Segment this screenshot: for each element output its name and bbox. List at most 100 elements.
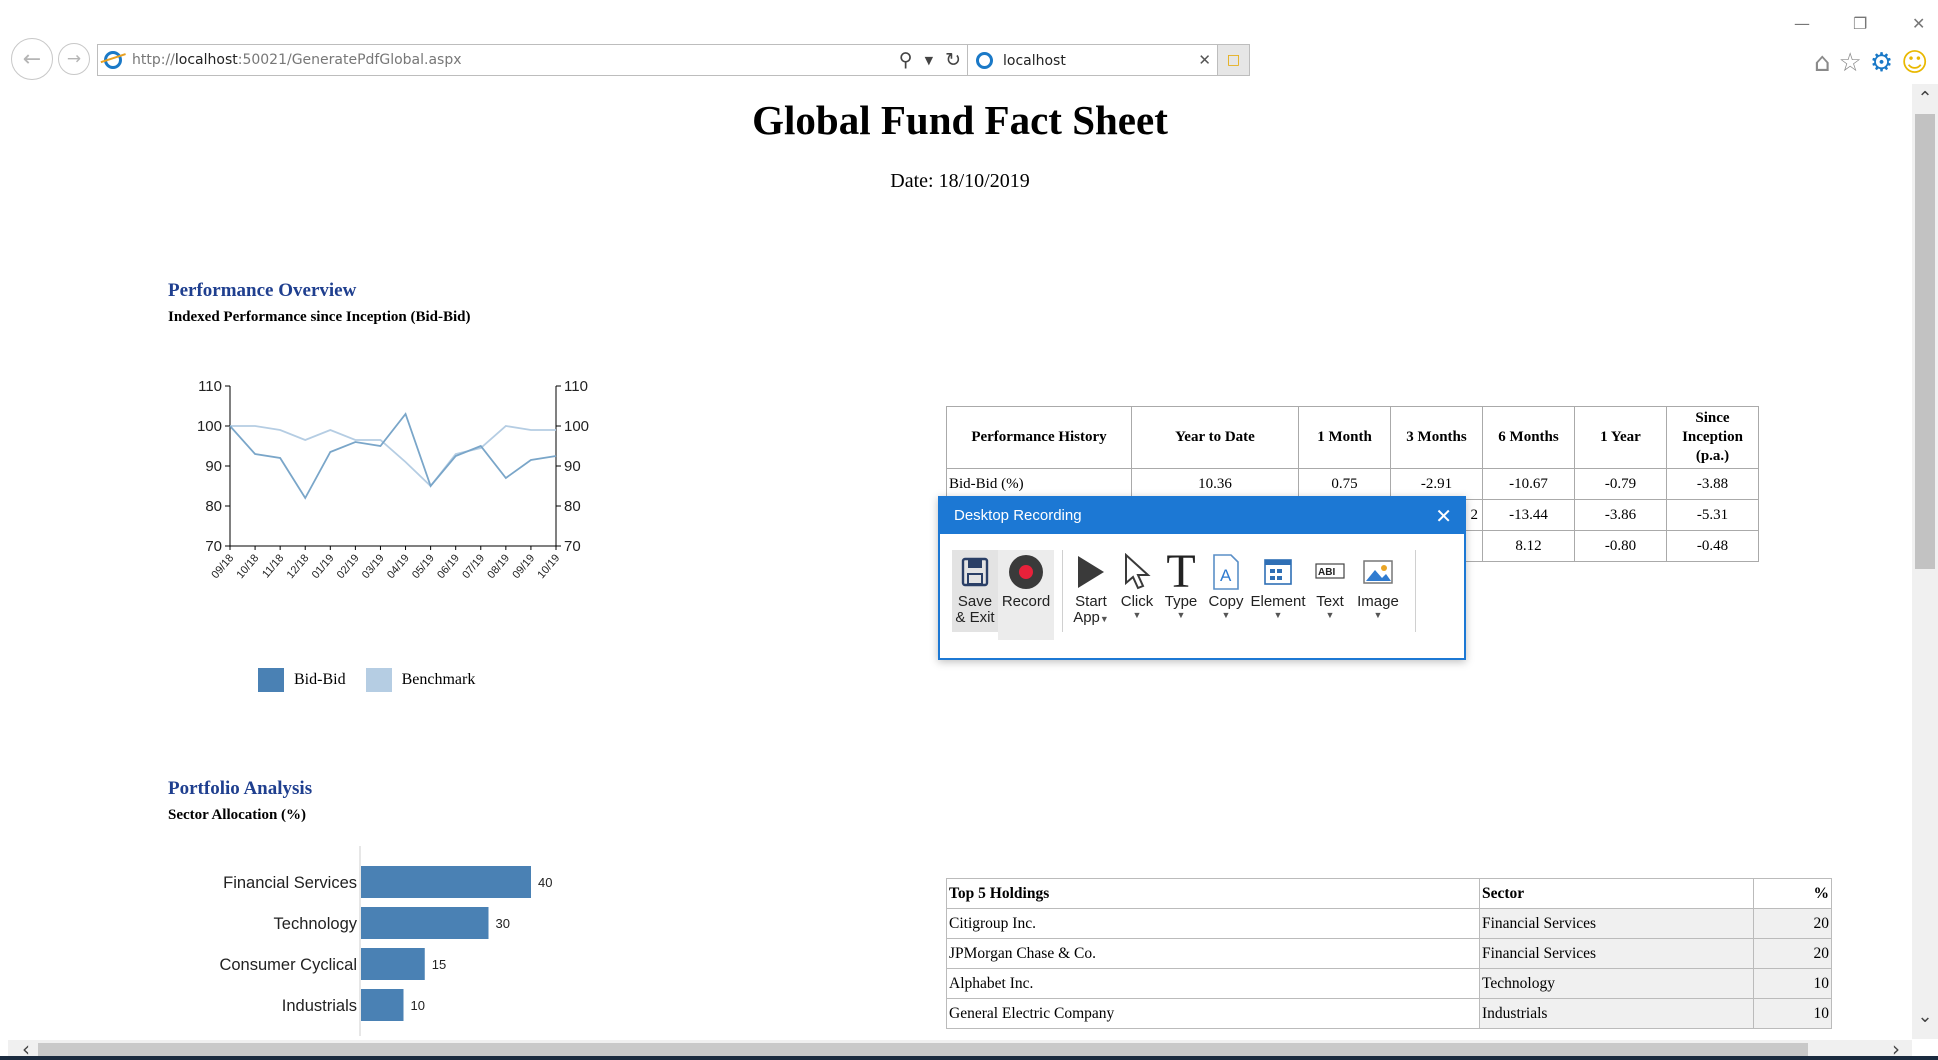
- dropdown-arrow-icon[interactable]: ▼: [925, 49, 933, 71]
- table-cell: -0.79: [1574, 468, 1667, 500]
- settings-gear-icon[interactable]: ⚙: [1870, 48, 1893, 78]
- refresh-icon[interactable]: ↻: [945, 49, 961, 71]
- address-bar[interactable]: http://localhost:50021/GeneratePdfGlobal…: [97, 44, 968, 76]
- category-label: Financial Services: [223, 874, 357, 892]
- holdings-table: Top 5 Holdings Sector % Citigroup Inc. F…: [946, 878, 1832, 1029]
- table-cell: 10: [1753, 968, 1832, 999]
- performance-line-chart: 70 7080 8090 90100 100110 11009/1810/1811/181…: [197, 378, 589, 581]
- sector-bar: [361, 866, 531, 898]
- url-text[interactable]: http://localhost:50021/GeneratePdfGlobal…: [132, 52, 462, 68]
- save-exit-button[interactable]: Save & Exit: [952, 550, 998, 632]
- x-tick-label: 03/19: [360, 552, 387, 581]
- svg-text:A: A: [1220, 566, 1232, 585]
- svg-text:ABI: ABI: [1318, 567, 1335, 578]
- legend-swatch-bid: [258, 668, 284, 692]
- y-tick-label: 100: [197, 418, 222, 435]
- browser-tab[interactable]: localhost ✕: [968, 44, 1218, 76]
- click-label: Click: [1120, 593, 1154, 610]
- restore-icon[interactable]: ❐: [1853, 14, 1867, 33]
- dialog-close-icon[interactable]: ✕: [1435, 504, 1452, 529]
- vertical-scrollbar[interactable]: ⌃ ⌄: [1912, 84, 1938, 1039]
- recorder-toolbar: Save & Exit Record Start App▼ Click ▼ T …: [952, 545, 1424, 640]
- text-button[interactable]: ABI Text ▼: [1309, 550, 1351, 620]
- category-label: Consumer Cyclical: [219, 956, 357, 974]
- back-button[interactable]: ←: [11, 38, 53, 80]
- table-cell: Alphabet Inc.: [946, 968, 1480, 999]
- sector-bar: [361, 907, 489, 939]
- table-cell: 8.12: [1482, 530, 1575, 562]
- x-tick-label: 05/19: [410, 552, 437, 581]
- y-tick-label: 70: [205, 538, 222, 555]
- table-cell: -10.67: [1482, 468, 1575, 500]
- dialog-title-bar[interactable]: Desktop Recording ✕: [940, 498, 1464, 534]
- sector-bar: [361, 948, 425, 980]
- minimize-icon[interactable]: —: [1794, 14, 1810, 33]
- click-dropdown-icon[interactable]: ▼: [1133, 610, 1142, 620]
- holdings-header-sector: Sector: [1479, 878, 1754, 909]
- y-tick-label: 70: [564, 538, 581, 555]
- x-tick-label: 02/19: [335, 552, 362, 581]
- y-tick-label: 80: [205, 498, 222, 515]
- start-app-button[interactable]: Start App▼: [1071, 550, 1111, 626]
- image-button[interactable]: Image ▼: [1353, 550, 1403, 620]
- feedback-smiley-icon[interactable]: ☺: [1901, 48, 1928, 78]
- portfolio-heading: Portfolio Analysis: [168, 778, 313, 799]
- image-dropdown-icon[interactable]: ▼: [1374, 610, 1383, 620]
- vertical-scroll-thumb[interactable]: [1915, 114, 1935, 569]
- perf-header-ytd: Year to Date: [1131, 406, 1299, 469]
- close-tab-icon[interactable]: ✕: [1198, 51, 1211, 69]
- type-button[interactable]: T Type ▼: [1161, 545, 1201, 621]
- perf-header-1m: 1 Month: [1298, 406, 1391, 469]
- table-cell: -3.86: [1574, 499, 1667, 531]
- table-cell: -2.91: [1390, 468, 1483, 500]
- x-tick-label: 07/19: [460, 552, 487, 581]
- table-cell: Industrials: [1479, 998, 1754, 1029]
- start-label: Start: [1075, 593, 1107, 610]
- save-icon: [961, 550, 989, 594]
- x-tick-label: 10/19: [535, 552, 562, 581]
- close-window-icon[interactable]: ✕: [1912, 14, 1925, 33]
- toolbar-separator: [1415, 550, 1416, 632]
- table-cell: -13.44: [1482, 499, 1575, 531]
- copy-icon: A: [1211, 550, 1241, 594]
- category-label: Technology: [274, 915, 358, 933]
- y-tick-label: 100: [564, 418, 589, 435]
- x-tick-label: 08/19: [485, 552, 512, 581]
- app-label: App▼: [1073, 609, 1109, 626]
- copy-button[interactable]: A Copy ▼: [1205, 550, 1247, 620]
- new-tab-button[interactable]: □: [1218, 44, 1250, 76]
- copy-dropdown-icon[interactable]: ▼: [1222, 610, 1231, 620]
- table-row: Bid-Bid (%) 10.36 0.75 -2.91 -10.67 -0.7…: [946, 468, 1759, 500]
- portfolio-subheading: Sector Allocation (%): [168, 807, 307, 823]
- legend-swatch-benchmark: [365, 668, 392, 692]
- dialog-title: Desktop Recording: [954, 507, 1082, 524]
- element-button[interactable]: Element ▼: [1249, 550, 1307, 620]
- tab-ie-icon: [976, 52, 993, 69]
- element-dropdown-icon[interactable]: ▼: [1274, 610, 1283, 620]
- ie-page-icon: [104, 51, 122, 69]
- play-icon: [1076, 550, 1106, 594]
- value-label: 15: [432, 957, 446, 972]
- perf-header-history: Performance History: [946, 406, 1132, 469]
- search-icon[interactable]: ⚲: [899, 49, 913, 71]
- sector-bar: [361, 989, 404, 1021]
- table-cell: 0.75: [1298, 468, 1391, 500]
- type-dropdown-icon[interactable]: ▼: [1177, 610, 1186, 620]
- scroll-up-icon[interactable]: ⌃: [1912, 88, 1938, 109]
- text-dropdown-icon[interactable]: ▼: [1326, 610, 1335, 620]
- type-icon: T: [1166, 545, 1196, 598]
- favorites-star-icon[interactable]: ☆: [1839, 48, 1862, 78]
- table-cell: 10.36: [1131, 468, 1299, 500]
- x-tick-label: 06/19: [435, 552, 462, 581]
- forward-button[interactable]: →: [58, 43, 90, 75]
- record-label: Record: [1001, 593, 1051, 610]
- table-cell: General Electric Company: [946, 998, 1480, 1029]
- taskbar: [0, 1056, 1938, 1060]
- record-button[interactable]: Record: [998, 550, 1054, 640]
- record-icon: [1008, 550, 1044, 594]
- home-icon[interactable]: ⌂: [1814, 48, 1831, 78]
- click-button[interactable]: Click ▼: [1115, 550, 1159, 620]
- table-cell: Technology: [1479, 968, 1754, 999]
- perf-header-inception: Since Inception (p.a.): [1666, 406, 1759, 469]
- scroll-down-icon[interactable]: ⌄: [1912, 1006, 1938, 1027]
